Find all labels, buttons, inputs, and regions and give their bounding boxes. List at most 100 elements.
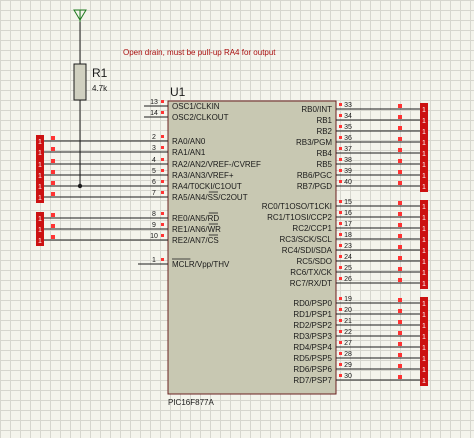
pin-number-22: 22 (344, 329, 352, 336)
pin-dot (339, 319, 342, 322)
pin-dot (161, 135, 164, 138)
connector-pin-label: 1 (422, 312, 426, 319)
connector-pin-label: 1 (38, 227, 42, 234)
connector-pin-label: 1 (422, 129, 426, 136)
chip-ref: U1 (170, 85, 186, 99)
pin-label-6: RA4/T0CKI/C1OUT (172, 182, 242, 191)
pin-label-35: RB2 (316, 127, 332, 136)
pin-dot (339, 363, 342, 366)
connector-dot (398, 267, 402, 271)
pin-dot (339, 297, 342, 300)
connector-pin-label: 1 (38, 162, 42, 169)
pin-dot (339, 244, 342, 247)
connector-pin-label: 1 (422, 367, 426, 374)
pin-number-34: 34 (344, 113, 352, 120)
pin-label-27: RD4/PSP4 (293, 343, 332, 352)
pin-label-21: RD2/PSP2 (293, 321, 332, 330)
connector-pin-label: 1 (422, 378, 426, 385)
connector-dot (398, 148, 402, 152)
pin-label-15: RC0/T1OSO/T1CKI (262, 202, 332, 211)
pin-number-39: 39 (344, 168, 352, 175)
pin-dot (161, 234, 164, 237)
pin-label-28: RD5/PSP5 (293, 354, 332, 363)
pin-label-5: RA3/AN3/VREF+ (172, 171, 234, 180)
connector-pin-label: 1 (422, 270, 426, 277)
pin-label-40: RB7/PGD (297, 182, 332, 191)
connector-dot (398, 212, 402, 216)
pin-label-16: RC1/T1OSI/CCP2 (267, 213, 332, 222)
pin-number-21: 21 (344, 318, 352, 325)
pin-number-40: 40 (344, 179, 352, 186)
connector-pin-label: 1 (38, 173, 42, 180)
pin-number-28: 28 (344, 351, 352, 358)
pin-dot (339, 352, 342, 355)
connector-dot (398, 115, 402, 119)
connector-dot (398, 201, 402, 205)
pin-dot (339, 266, 342, 269)
pin-label-36: RB3/PGM (296, 138, 332, 147)
connector-pin-label: 1 (422, 345, 426, 352)
pin-number-38: 38 (344, 157, 352, 164)
pin-number-10: 10 (150, 233, 158, 240)
connector-dot (398, 342, 402, 346)
connector-dot (51, 224, 55, 228)
pin-dot (339, 103, 342, 106)
pin-label-33: RB0/INT (301, 105, 332, 114)
pin-number-13: 13 (150, 99, 158, 106)
resistor-r1[interactable] (73, 63, 87, 101)
connector-pin-label: 1 (38, 216, 42, 223)
connector-dot (51, 235, 55, 239)
connector-dot (51, 170, 55, 174)
pullup-note: Open drain, must be pull-up RA4 for outp… (123, 48, 276, 57)
pin-number-20: 20 (344, 307, 352, 314)
connector-dot (51, 147, 55, 151)
pin-dot (339, 374, 342, 377)
pin-label-1: MCLR/Vpp/THV (172, 260, 230, 269)
pin-number-27: 27 (344, 340, 352, 347)
pin-label-8: RE0/AN5/RD (172, 214, 219, 223)
pin-label-13: OSC1/CLKIN (172, 102, 220, 111)
ground-arrow-icon (73, 9, 87, 22)
connector-pin-label: 1 (422, 204, 426, 211)
connector-dot (398, 256, 402, 260)
pin-dot (339, 200, 342, 203)
pin-number-36: 36 (344, 135, 352, 142)
connector-pin-label: 1 (422, 118, 426, 125)
pin-label-19: RD0/PSP0 (293, 299, 332, 308)
connector-pin-label: 1 (422, 301, 426, 308)
pin-dot (339, 136, 342, 139)
connector-dot (398, 353, 402, 357)
pin-label-17: RC2/CCP1 (292, 224, 332, 233)
pin-label-20: RD1/PSP1 (293, 310, 332, 319)
pin-label-24: RC5/SDO (296, 257, 332, 266)
pin-label-25: RC6/TX/CK (290, 268, 332, 277)
pin-label-10: RE2/AN7/CS (172, 236, 219, 245)
connector-pin-label: 1 (422, 334, 426, 341)
pin-label-30: RD7/PSP7 (293, 376, 332, 385)
connector-dot (398, 364, 402, 368)
pin-dot (161, 111, 164, 114)
pin-number-23: 23 (344, 243, 352, 250)
pin-number-9: 9 (152, 222, 156, 229)
pin-dot (161, 180, 164, 183)
pin-number-29: 29 (344, 362, 352, 369)
pin-dot (339, 125, 342, 128)
connector-dot (398, 181, 402, 185)
connector-pin-label: 1 (422, 173, 426, 180)
pin-number-30: 30 (344, 373, 352, 380)
pin-dot (339, 341, 342, 344)
connector-dot (398, 126, 402, 130)
connector-dot (51, 213, 55, 217)
pin-dot (339, 255, 342, 258)
pin-label-26: RC7/RX/DT (290, 279, 332, 288)
pin-number-16: 16 (344, 210, 352, 217)
pin-number-18: 18 (344, 232, 352, 239)
connector-pin-label: 1 (422, 151, 426, 158)
connector-dot (51, 192, 55, 196)
pin-dot (161, 212, 164, 215)
pin-number-37: 37 (344, 146, 352, 153)
connector-pin-label: 1 (422, 281, 426, 288)
pin-dot (339, 277, 342, 280)
pin-number-25: 25 (344, 265, 352, 272)
pin-number-15: 15 (344, 199, 352, 206)
